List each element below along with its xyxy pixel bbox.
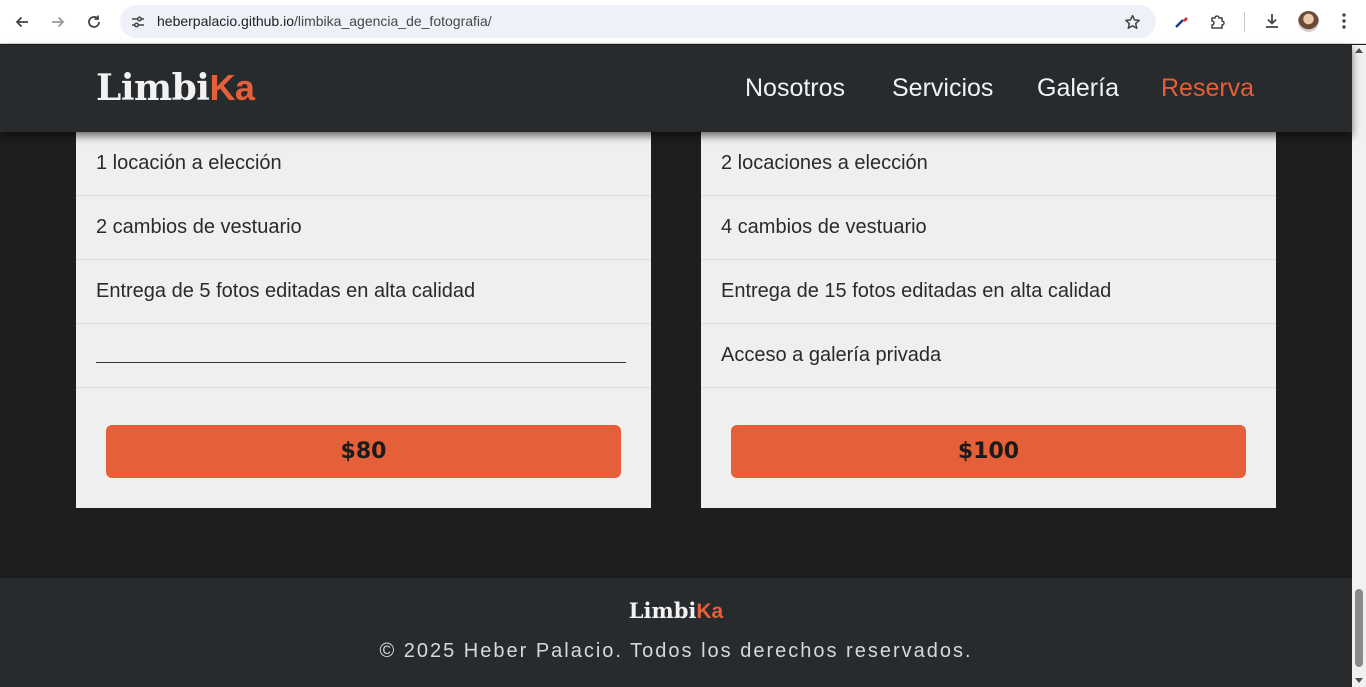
scroll-up-arrow-icon[interactable] [1355, 48, 1363, 53]
pricing-card-basic: 1 locación a elección 2 cambios de vestu… [76, 132, 651, 508]
eyedropper-extension-icon[interactable] [1171, 10, 1193, 32]
feature-item: 2 locaciones a elección [701, 132, 1276, 196]
site-logo[interactable]: LimbiKa [96, 67, 255, 109]
feature-item: Entrega de 5 fotos editadas en alta cali… [76, 260, 651, 324]
site-footer: LimbiKa © 2025 Heber Palacio. Todos los … [0, 578, 1352, 687]
price-button-basic[interactable]: $80 [106, 425, 621, 478]
feature-item-empty [76, 324, 651, 388]
bookmark-star-icon[interactable] [1122, 12, 1142, 32]
feature-item: Entrega de 15 fotos editadas en alta cal… [701, 260, 1276, 324]
back-icon[interactable] [9, 9, 35, 35]
toolbar-separator [1244, 12, 1245, 32]
logo-accent: Ka [209, 67, 255, 108]
footer-logo-main: Limbi [628, 598, 697, 623]
empty-feature-line [96, 362, 626, 363]
download-icon[interactable] [1261, 10, 1283, 32]
footer-logo-accent: Ka [696, 600, 724, 623]
forward-icon[interactable] [45, 9, 71, 35]
address-bar[interactable]: heberpalacio.github.io/limbika_agencia_d… [120, 5, 1156, 38]
scrollbar-thumb[interactable] [1355, 589, 1363, 667]
feature-item: Acceso a galería privada [701, 324, 1276, 388]
browser-toolbar: heberpalacio.github.io/limbika_agencia_d… [0, 0, 1366, 44]
pricing-card-premium: 2 locaciones a elección 4 cambios de ves… [701, 132, 1276, 508]
nav-link-reserva[interactable]: Reserva [1161, 74, 1254, 103]
url-host: heberpalacio.github.io [157, 13, 294, 29]
url-path: /limbika_agencia_de_fotografia/ [294, 13, 492, 29]
reload-icon[interactable] [81, 9, 107, 35]
nav-link-nosotros[interactable]: Nosotros [745, 74, 845, 103]
copyright-text: © 2025 Heber Palacio. Todos los derechos… [379, 640, 973, 662]
page-scrollbar[interactable] [1352, 45, 1366, 687]
browser-menu-icon[interactable] [1333, 10, 1355, 32]
extensions-puzzle-icon[interactable] [1207, 10, 1229, 32]
footer-logo: LimbiKa [0, 598, 1352, 624]
logo-main: Limbi [96, 67, 210, 109]
price-button-premium[interactable]: $100 [731, 425, 1246, 478]
site-info-icon[interactable] [129, 13, 147, 31]
scroll-down-arrow-icon[interactable] [1355, 678, 1363, 683]
address-url[interactable]: heberpalacio.github.io/limbika_agencia_d… [157, 13, 492, 29]
feature-item: 4 cambios de vestuario [701, 196, 1276, 260]
site-header: LimbiKa Nosotros Servicios Galería Reser… [0, 45, 1352, 132]
feature-item: 1 locación a elección [76, 132, 651, 196]
nav-link-galeria[interactable]: Galería [1037, 74, 1119, 103]
nav-link-servicios[interactable]: Servicios [892, 74, 993, 103]
feature-item: 2 cambios de vestuario [76, 196, 651, 260]
profile-avatar[interactable] [1298, 11, 1319, 32]
